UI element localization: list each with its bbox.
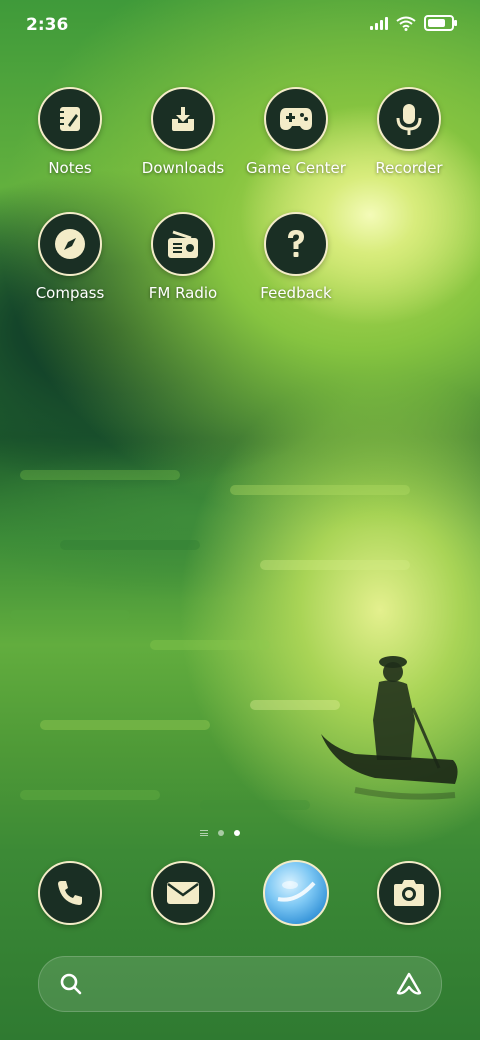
question-icon <box>288 230 304 257</box>
compass-icon <box>55 229 85 259</box>
app-downloads[interactable]: Downloads <box>128 87 238 177</box>
clock: 2:36 <box>26 15 69 35</box>
radio-icon <box>168 230 198 258</box>
app-label: Feedback <box>260 284 332 302</box>
dock-browser[interactable] <box>241 860 351 926</box>
mail-icon <box>167 882 199 904</box>
download-icon <box>172 107 194 131</box>
microphone-icon <box>396 104 422 135</box>
notes-icon <box>60 107 80 131</box>
boat-silhouette <box>321 656 458 800</box>
dock-phone[interactable] <box>15 861 125 925</box>
phone-icon <box>58 881 82 905</box>
page-dot <box>218 830 224 836</box>
page-indicator[interactable] <box>200 830 240 836</box>
search-icon <box>60 973 82 995</box>
gamepad-icon <box>280 108 312 130</box>
camera-icon <box>394 880 424 906</box>
app-label: Compass <box>35 284 105 302</box>
signal-icon <box>370 16 388 30</box>
page-dot-active <box>234 830 240 836</box>
app-recorder[interactable]: Recorder <box>354 87 464 177</box>
dock-camera[interactable] <box>354 861 464 925</box>
app-fm-radio[interactable]: FM Radio <box>128 212 238 302</box>
app-label: Downloads <box>141 159 225 177</box>
search-bar[interactable] <box>38 956 442 1012</box>
app-list-indicator-icon <box>200 830 208 836</box>
app-label: FM Radio <box>148 284 218 302</box>
battery-icon <box>424 15 457 31</box>
app-notes[interactable]: Notes <box>15 87 125 177</box>
wifi-icon <box>396 16 416 31</box>
app-game-center[interactable]: Game Center <box>241 87 351 177</box>
app-label: Game Center <box>246 159 346 177</box>
dock-mail[interactable] <box>128 861 238 925</box>
app-label: Notes <box>48 159 92 177</box>
app-label: Recorder <box>375 159 443 177</box>
app-feedback[interactable]: Feedback <box>241 212 351 302</box>
browser-icon <box>277 881 316 902</box>
assistant-icon[interactable] <box>395 971 423 997</box>
status-bar: 2:36 <box>0 0 480 52</box>
app-compass[interactable]: Compass <box>15 212 125 302</box>
